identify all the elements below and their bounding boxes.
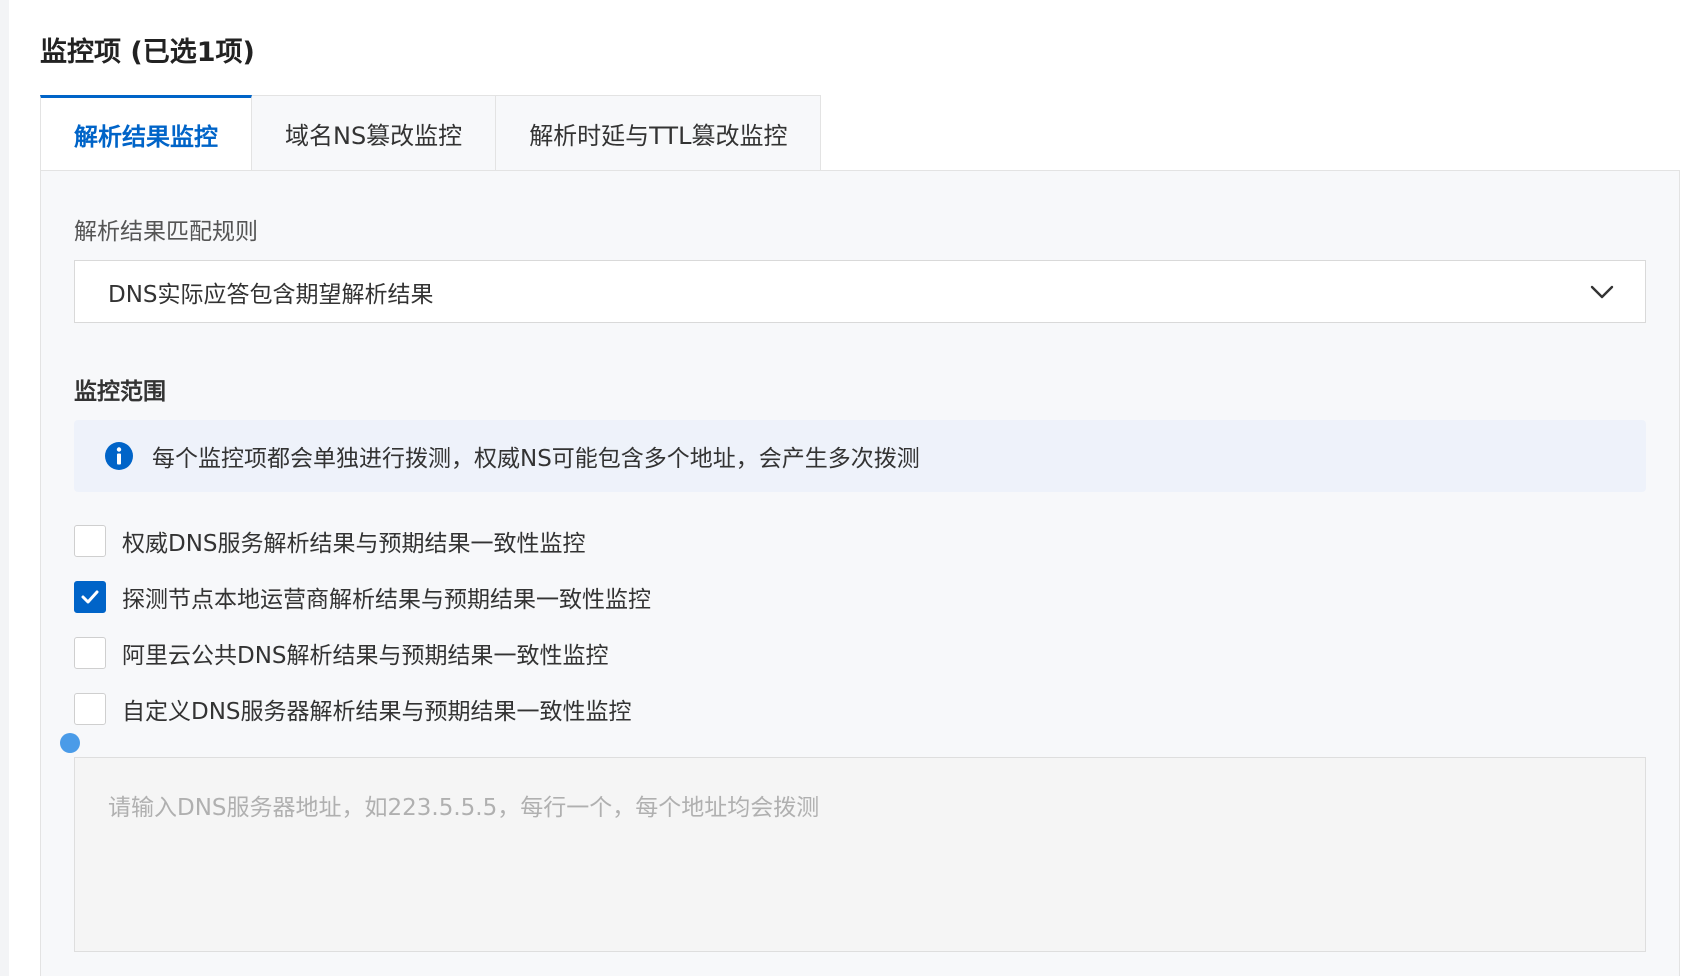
match-rule-value: DNS实际应答包含期望解析结果 <box>108 281 434 308</box>
custom-dns-input[interactable] <box>74 757 1646 952</box>
option-aliyun-public-dns[interactable]: 阿里云公共DNS解析结果与预期结果一致性监控 <box>74 637 609 669</box>
option-probe-local-isp[interactable]: 探测节点本地运营商解析结果与预期结果一致性监控 <box>74 581 651 613</box>
scope-notice: 每个监控项都会单独进行拨测，权威NS可能包含多个地址，会产生多次拨测 <box>74 420 1646 492</box>
checkbox[interactable] <box>74 525 106 557</box>
option-label: 自定义DNS服务器解析结果与预期结果一致性监控 <box>122 699 632 725</box>
option-custom-dns[interactable]: 自定义DNS服务器解析结果与预期结果一致性监控 <box>74 693 632 725</box>
section-title: 监控项 (已选1项) <box>40 37 255 68</box>
option-authoritative-dns[interactable]: 权威DNS服务解析结果与预期结果一致性监控 <box>74 525 586 557</box>
check-icon <box>81 590 99 604</box>
option-label: 阿里云公共DNS解析结果与预期结果一致性监控 <box>122 643 609 669</box>
info-icon <box>105 442 133 470</box>
tab-resolution-result[interactable]: 解析结果监控 <box>40 95 252 171</box>
scope-notice-text: 每个监控项都会单独进行拨测，权威NS可能包含多个地址，会产生多次拨测 <box>152 446 920 472</box>
checkbox[interactable] <box>74 693 106 725</box>
scope-title: 监控范围 <box>74 379 166 405</box>
checkbox-checked[interactable] <box>74 581 106 613</box>
monitor-items-page: 监控项 (已选1项) 解析结果监控 域名NS篡改监控 解析时延与TTL篡改监控 … <box>0 0 1698 976</box>
option-label: 权威DNS服务解析结果与预期结果一致性监控 <box>122 531 586 557</box>
left-edge-strip <box>0 0 9 976</box>
match-rule-select[interactable]: DNS实际应答包含期望解析结果 <box>74 260 1646 323</box>
tab-latency-ttl-tamper[interactable]: 解析时延与TTL篡改监控 <box>496 95 822 171</box>
monitor-tabs: 解析结果监控 域名NS篡改监控 解析时延与TTL篡改监控 <box>40 95 822 171</box>
resize-handle-dot[interactable] <box>60 733 80 753</box>
checkbox[interactable] <box>74 637 106 669</box>
match-rule-label: 解析结果匹配规则 <box>74 219 258 245</box>
tab-ns-tamper[interactable]: 域名NS篡改监控 <box>252 95 497 171</box>
chevron-down-icon <box>1590 285 1614 299</box>
option-label: 探测节点本地运营商解析结果与预期结果一致性监控 <box>122 587 651 613</box>
